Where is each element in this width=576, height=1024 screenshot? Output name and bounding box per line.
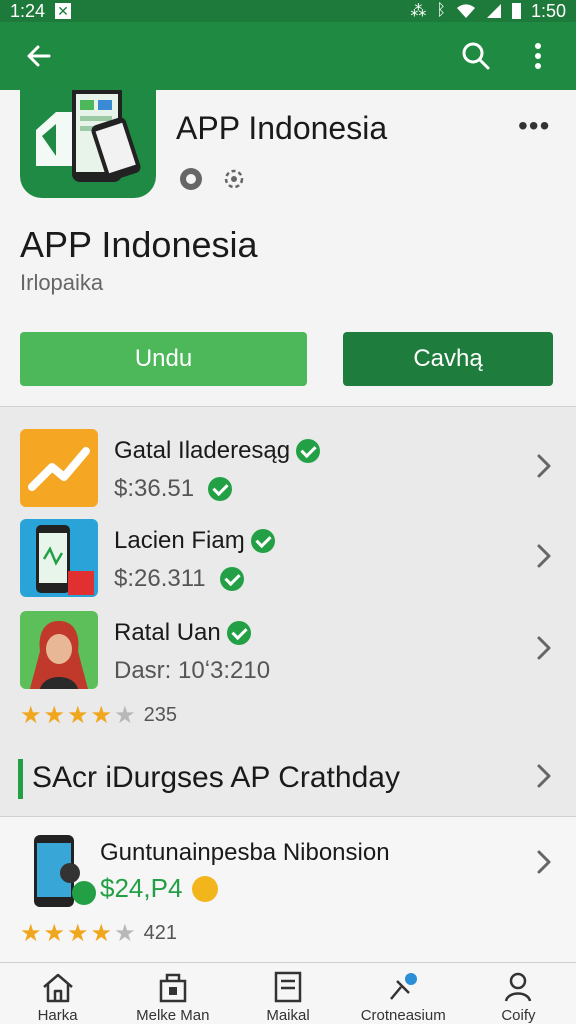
verified-check-icon (250, 529, 275, 553)
home-icon (42, 973, 73, 1003)
nav-label: Coify (501, 1007, 536, 1024)
section-accent-bar (18, 759, 23, 799)
back-button[interactable] (18, 36, 58, 76)
verified-check-icon (226, 621, 251, 645)
emoji-icon (192, 875, 219, 902)
battery-icon (511, 3, 521, 19)
close-notification-icon: ✕ (55, 3, 72, 19)
trend-app-icon (20, 429, 98, 507)
list-item[interactable]: Lacien Fiaɱ $:26.311 (0, 519, 576, 607)
nav-home[interactable]: Harka (0, 963, 115, 1024)
nav-label: Maikal (266, 1007, 310, 1024)
search-icon (462, 42, 490, 70)
star-icon: ★ (114, 920, 136, 947)
wifi-icon (456, 4, 475, 18)
verified-check-icon (208, 477, 233, 501)
star-icon: ★ (20, 920, 42, 947)
settings-gear-icon (224, 169, 244, 189)
list-item-name: Lacien Fiaɱ (114, 527, 245, 554)
star-icon: ★ (90, 702, 113, 729)
status-time-left: 1:24 (10, 0, 46, 21)
list-item[interactable]: Ratal Uan Dasr: 10ʻ3:210 (0, 611, 576, 699)
app-bar (0, 22, 576, 90)
verified-check-icon (219, 567, 244, 591)
star-icon: ★ (43, 702, 66, 729)
nav-list[interactable]: Maikal (230, 963, 345, 1024)
person-icon (505, 972, 532, 1002)
chevron-right-icon (537, 636, 551, 660)
featured-app-price: $24,P4 (100, 873, 183, 903)
star-rating: ★ ★ ★ ★ ★ 235 (20, 701, 177, 730)
verified-check-icon (296, 439, 321, 463)
list-item-price: Dasr: 10ʻ3:210 (114, 657, 271, 684)
featured-app-name: Guntunainpesba Nibonsion (100, 839, 390, 866)
star-rating: ★ ★ ★ ★ ★ 421 (20, 919, 177, 948)
bluetooth-icon: ᛒ (436, 2, 446, 19)
app-list: Gatal Iladeresąg $:36.51 Lacien Fiaɱ $:2… (0, 406, 576, 816)
more-options-button[interactable]: ••• (518, 110, 550, 142)
header-app-title: APP Indonesia (176, 110, 388, 146)
featured-app-card[interactable]: Guntunainpesba Nibonsion $24,P4 ★ ★ ★ ★ … (0, 816, 576, 962)
secondary-action-button[interactable]: Cavhą (343, 332, 553, 386)
bottom-navigation: Harka Melke Man Maikal Crotneasium Coify (0, 962, 576, 1024)
list-item-price: $:26.311 (114, 565, 206, 592)
nav-store[interactable]: Melke Man (115, 963, 230, 1024)
chevron-right-icon (537, 850, 551, 874)
star-icon: ★ (43, 920, 66, 947)
featured-app-thumb (28, 835, 98, 909)
rating-count: 421 (143, 922, 177, 944)
profile-avatar (20, 611, 98, 689)
nav-profile[interactable]: Coify (461, 963, 576, 1024)
more-vert-icon (535, 43, 541, 69)
chevron-right-icon (537, 454, 551, 478)
developer-name: Irlopaika (20, 270, 104, 295)
section-header[interactable]: SAcr iDurgses AP Crathday (0, 747, 576, 807)
app-header-card: APP Indonesia ••• APP Indonesia Irlopaik… (0, 90, 576, 406)
rating-count: 235 (143, 704, 177, 726)
pin-icon (390, 973, 418, 1000)
nav-location[interactable]: Crotneasium (346, 963, 461, 1024)
app-name-title: APP Indonesia (20, 224, 258, 265)
badge-row (178, 166, 254, 192)
list-item[interactable]: Gatal Iladeresąg $:36.51 (0, 429, 576, 517)
nav-label: Harka (37, 1007, 78, 1024)
store-icon (159, 973, 187, 1003)
status-bar: 1:24 ✕ ⁂ ᛒ 1:50 (0, 0, 576, 22)
download-button[interactable]: Undu (20, 332, 307, 386)
phone-app-icon (20, 519, 98, 597)
star-icon: ★ (114, 702, 136, 729)
list-icon (274, 971, 302, 1003)
status-time-right: 1:50 (530, 0, 566, 21)
arrow-left-icon (27, 45, 51, 67)
section-title: SAcr iDurgses AP Crathday (32, 761, 400, 794)
star-icon: ★ (20, 702, 42, 729)
vibrate-icon: ⁂ (410, 3, 427, 20)
app-icon (20, 90, 156, 198)
chevron-right-icon (537, 544, 551, 568)
overflow-menu-button[interactable] (518, 36, 558, 76)
nav-label: Melke Man (136, 1007, 210, 1024)
star-icon: ★ (67, 920, 89, 947)
star-icon: ★ (67, 702, 89, 729)
age-rating-icon (180, 168, 202, 190)
list-item-price: $:36.51 (114, 475, 195, 502)
signal-icon (486, 4, 501, 18)
list-item-name: Ratal Uan (114, 619, 221, 646)
list-item-name: Gatal Iladeresąg (114, 437, 291, 464)
nav-label: Crotneasium (360, 1007, 446, 1024)
star-icon: ★ (90, 920, 113, 947)
search-button[interactable] (456, 36, 496, 76)
chevron-right-icon (537, 764, 551, 788)
